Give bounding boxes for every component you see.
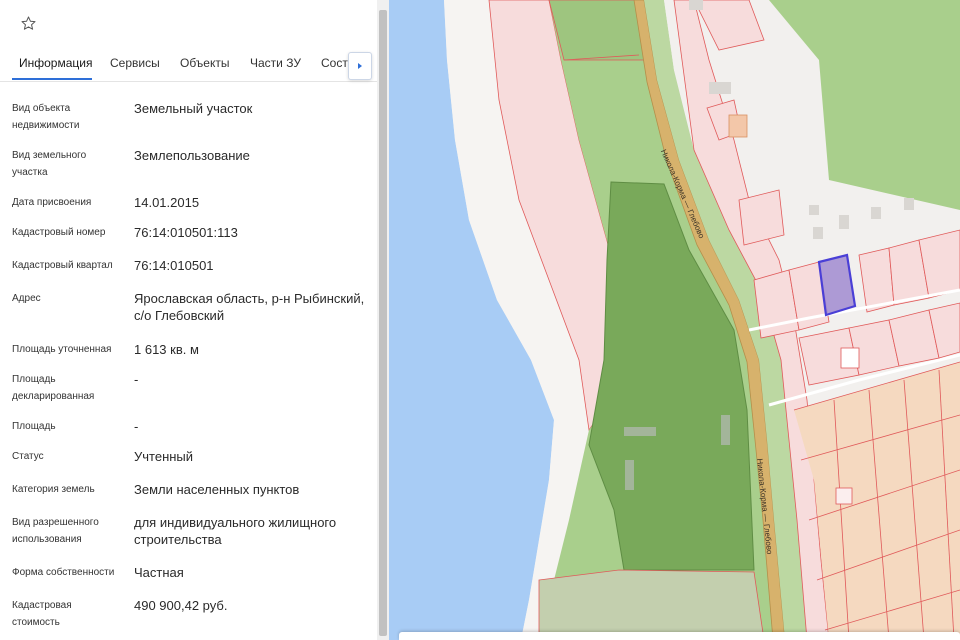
building-house: [835, 487, 853, 505]
map-bottom-panel[interactable]: [399, 632, 960, 640]
info-label: Кадастровый номер: [12, 227, 106, 238]
info-label: Площадь декларированная: [12, 374, 95, 402]
panel-scrollbar[interactable]: [377, 0, 389, 640]
info-value: 490 900,42 руб.: [134, 598, 228, 613]
parcel-mid-1: [738, 189, 785, 246]
tab-information[interactable]: Информация: [19, 56, 92, 70]
info-value: Земельный участок: [134, 101, 253, 116]
tab-objects[interactable]: Объекты: [180, 56, 230, 70]
cadastral-map[interactable]: Никола-Корма — Глебово Никола-Корма — Гл…: [389, 0, 960, 640]
info-label: Дата присвоения: [12, 197, 92, 208]
building-rect: [871, 207, 881, 219]
building-rect: [689, 0, 703, 10]
info-value: 1 613 кв. м: [134, 342, 199, 357]
building-house: [840, 347, 860, 369]
info-label: Кадастровый квартал: [12, 260, 113, 271]
info-panel: Информация Сервисы Объекты Части ЗУ Сост…: [0, 0, 377, 640]
scrollbar-thumb[interactable]: [379, 10, 387, 636]
tab-parcel-parts[interactable]: Части ЗУ: [250, 56, 301, 70]
info-label: Вид разрешенного использования: [12, 517, 99, 545]
building-rect: [624, 427, 656, 436]
building-rect: [721, 415, 730, 445]
info-label: Площадь уточненная: [12, 344, 112, 355]
star-outline-icon: [20, 15, 36, 30]
tab-services[interactable]: Сервисы: [110, 56, 160, 70]
active-tab-indicator: [12, 78, 92, 80]
info-label: Вид земельного участка: [12, 150, 87, 178]
info-value: -: [134, 372, 139, 387]
info-value: Частная: [134, 565, 184, 580]
info-value: -: [134, 419, 139, 434]
building-rect: [625, 460, 634, 490]
info-label: Форма собственности: [12, 567, 115, 578]
info-value: для индивидуального жилищного строительс…: [134, 515, 337, 547]
info-value[interactable]: 76:14:010501:113: [134, 224, 369, 241]
building-rect: [813, 227, 823, 239]
chevron-right-icon: [358, 63, 362, 69]
info-label: Категория земель: [12, 484, 95, 495]
info-label: Статус: [12, 451, 44, 462]
info-value[interactable]: 76:14:010501: [134, 257, 369, 274]
info-value: Ярославская область, р-н Рыбинский, с/о …: [134, 291, 365, 323]
parcel-south: [538, 569, 765, 640]
tab-bar: Информация Сервисы Объекты Части ЗУ Сост…: [0, 46, 377, 82]
info-value: Учтенный: [134, 449, 194, 464]
info-label: Площадь: [12, 421, 56, 432]
map-canvas[interactable]: [389, 0, 960, 640]
building-rect: [904, 198, 914, 210]
info-label: Адрес: [12, 293, 41, 304]
info-label: Вид объекта недвижимости: [12, 103, 80, 131]
tabs-scroll-right-button[interactable]: [348, 52, 372, 80]
building-house: [728, 114, 748, 138]
favorite-button[interactable]: [10, 6, 46, 40]
building-rect: [709, 82, 731, 94]
info-value: Землепользование: [134, 148, 250, 163]
info-value: 14.01.2015: [134, 195, 200, 210]
parcel-forest-north: [548, 0, 645, 61]
building-rect: [839, 215, 849, 229]
info-label: Кадастровая стоимость: [12, 600, 72, 628]
building-rect: [809, 205, 819, 215]
info-value: Земли населенных пунктов: [134, 482, 300, 497]
